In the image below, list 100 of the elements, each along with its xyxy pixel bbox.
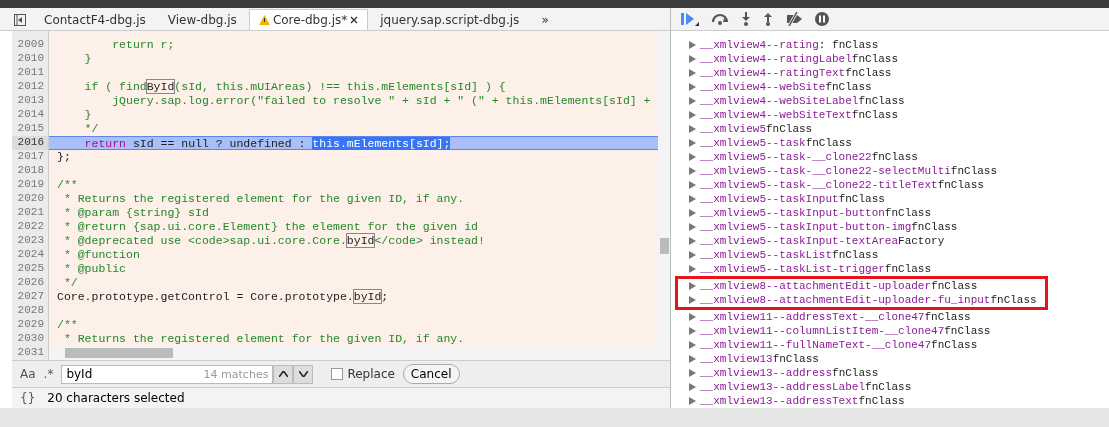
- scope-property: __xmlview13fnClass: [700, 353, 819, 365]
- panel-toggle-icon[interactable]: [14, 14, 26, 26]
- code-line: * @deprecated use <code>sap.ui.core.Core.byId</code> instead!: [62, 234, 485, 247]
- scope-row[interactable]: __xmlview5--taskInput-button-imgfnClass: [689, 220, 966, 234]
- status-text: 20 characters selected: [47, 391, 185, 405]
- line-number: 2021: [16, 206, 45, 220]
- deactivate-breakpoints-icon[interactable]: [785, 12, 803, 26]
- scope-property: __xmlview5--taskList-triggerfnClass: [700, 263, 932, 275]
- scope-row[interactable]: __xmlview5fnClass: [689, 122, 821, 136]
- search-field[interactable]: byId 14 matches: [61, 364, 274, 384]
- code-line: */: [62, 276, 78, 289]
- step-into-icon[interactable]: [741, 12, 751, 26]
- scope-row[interactable]: __xmlview11--addressText-__clone47fnClass: [689, 310, 979, 324]
- scope-property: __xmlview8--attachmentEdit-uploader-fu_inputfnClass: [700, 294, 1037, 306]
- scope-row[interactable]: __xmlview5--task-__clone22fnClass: [689, 150, 926, 164]
- scope-row[interactable]: __xmlview5--task-__clone22-titleTextfnClass: [689, 178, 992, 192]
- warning-icon: [258, 15, 270, 25]
- scope-row[interactable]: __xmlview13--addressTextfnClass: [689, 394, 913, 408]
- scope-property: __xmlview4--webSitefnClass: [700, 81, 872, 93]
- scope-row[interactable]: __xmlview13fnClass: [689, 352, 827, 366]
- match-case-toggle[interactable]: Aa: [20, 367, 36, 381]
- scope-row[interactable]: __xmlview4--webSiteTextfnClass: [689, 108, 907, 122]
- line-number: 2010: [16, 52, 45, 66]
- line-number: 2030: [16, 332, 45, 346]
- resume-icon[interactable]: [681, 12, 699, 26]
- scope-row[interactable]: __xmlview5--taskfnClass: [689, 136, 860, 150]
- line-number: 2029: [16, 318, 45, 332]
- code-line: /**: [57, 178, 78, 191]
- scope-row[interactable]: __xmlview5--taskInputfnClass: [689, 192, 893, 206]
- scope-property: __xmlview4--rating: fnClass: [700, 39, 879, 51]
- scope-row[interactable]: __xmlview4--ratingTextfnClass: [689, 66, 900, 80]
- scope-row[interactable]: __xmlview13--addressfnClass: [689, 366, 887, 380]
- line-number: 2026: [16, 276, 45, 290]
- scope-row[interactable]: __xmlview5--task-__clone22-selectMultifnClass: [689, 164, 1006, 178]
- line-number: 2015: [16, 122, 45, 136]
- code-line: * @param {string} sId: [62, 206, 209, 219]
- scope-row[interactable]: __xmlview5--taskList-triggerfnClass: [689, 262, 940, 276]
- file-tab[interactable]: ContactF4-dbg.js: [34, 9, 156, 30]
- step-out-icon[interactable]: [763, 12, 773, 26]
- scope-row[interactable]: __xmlview5--taskListfnClass: [689, 248, 887, 262]
- code-line: /**: [57, 318, 78, 331]
- scope-property: __xmlview8--attachmentEdit-uploaderfnClass: [700, 280, 978, 292]
- more-tabs-button[interactable]: »: [531, 9, 559, 30]
- line-number: 2017: [16, 150, 45, 164]
- line-number: 2031: [16, 346, 45, 360]
- scope-row[interactable]: __xmlview8--attachmentEdit-uploader-fu_inputfnClass: [675, 293, 1048, 310]
- code-line: return sId == null ? undefined : this.mElements[sId];: [83, 137, 451, 150]
- code-line: */: [83, 122, 99, 135]
- line-number: 2013: [16, 94, 45, 108]
- scope-property: __xmlview5--taskInputfnClass: [700, 193, 885, 205]
- pretty-print-button[interactable]: {}: [20, 391, 36, 405]
- line-number: 2011: [16, 66, 45, 80]
- scope-row[interactable]: __xmlview4--webSiteLabelfnClass: [689, 94, 913, 108]
- scope-property: __xmlview5--task-__clone22-titleTextfnClass: [700, 179, 984, 191]
- cancel-button[interactable]: Cancel: [402, 364, 460, 384]
- line-number: 2028: [16, 304, 45, 318]
- scope-row[interactable]: __xmlview5--taskInput-buttonfnClass: [689, 206, 940, 220]
- next-match-button[interactable]: [293, 364, 314, 384]
- replace-checkbox[interactable]: [331, 368, 344, 380]
- step-over-icon[interactable]: [711, 13, 729, 25]
- code-line: }: [83, 108, 92, 121]
- pause-icon[interactable]: [815, 12, 829, 26]
- line-number: 2018: [16, 164, 45, 178]
- line-number: 2012: [16, 80, 45, 94]
- close-icon[interactable]: [350, 16, 359, 24]
- scope-row[interactable]: __xmlview4--webSitefnClass: [689, 80, 880, 94]
- scope-property: __xmlview4--webSiteLabelfnClass: [700, 95, 905, 107]
- previous-match-button[interactable]: [273, 364, 294, 384]
- code-line: jQuery.sap.log.error("failed to resolve " + sId + " (" + this.mElements[sId] +: [111, 94, 651, 107]
- code-line: Core.prototype.getControl = Core.prototype.byId;: [57, 290, 389, 303]
- scope-row[interactable]: __xmlview5--taskInput-textAreaFactory: [689, 234, 953, 248]
- scope-row[interactable]: __xmlview4--ratingLabelfnClass: [689, 52, 907, 66]
- line-number: 2024: [16, 248, 45, 262]
- scope-property: __xmlview11--addressText-__clone47fnClass: [700, 311, 971, 323]
- scope-property: __xmlview11--columnListItem-__clone47fnClass: [700, 325, 991, 337]
- file-tab[interactable]: jquery.sap.script-dbg.js: [370, 9, 530, 30]
- scope-row[interactable]: __xmlview11--columnListItem-__clone47fnClass: [689, 324, 999, 338]
- line-number: 2019: [16, 178, 45, 192]
- horizontal-scrollbar[interactable]: [49, 346, 658, 360]
- scope-row[interactable]: __xmlview11--fullNameText-__clone47fnClass: [689, 338, 986, 352]
- vertical-scrollbar[interactable]: [658, 31, 670, 360]
- scope-property: __xmlview4--ratingTextfnClass: [700, 67, 892, 79]
- scope-property: __xmlview11--fullNameText-__clone47fnClass: [700, 339, 978, 351]
- scope-property: __xmlview13--addressLabelfnClass: [700, 381, 912, 393]
- scope-row[interactable]: __xmlview13--addressLabelfnClass: [689, 380, 920, 394]
- regex-toggle[interactable]: .*: [43, 367, 54, 381]
- line-number: 2020: [16, 192, 45, 206]
- scope-property: __xmlview5--taskInput-textAreaFactory: [700, 235, 945, 247]
- line-number: 2016: [12, 136, 48, 150]
- up-caret-icon: [278, 371, 288, 377]
- scope-property: __xmlview5--taskInput-button-imgfnClass: [700, 221, 958, 233]
- scope-row[interactable]: __xmlview8--attachmentEdit-uploaderfnClass: [675, 276, 1048, 293]
- file-tab[interactable]: View-dbg.js: [157, 9, 247, 30]
- file-tab[interactable]: Core-dbg.js*: [248, 9, 369, 30]
- scope-property: __xmlview4--webSiteTextfnClass: [700, 109, 899, 121]
- match-count: 14 matches: [203, 367, 269, 381]
- line-number: 2022: [16, 220, 45, 234]
- scope-property: __xmlview5fnClass: [700, 123, 813, 135]
- scope-row[interactable]: __xmlview4--rating: fnClass: [689, 38, 887, 52]
- scope-property: __xmlview5--task-__clone22fnClass: [700, 151, 918, 163]
